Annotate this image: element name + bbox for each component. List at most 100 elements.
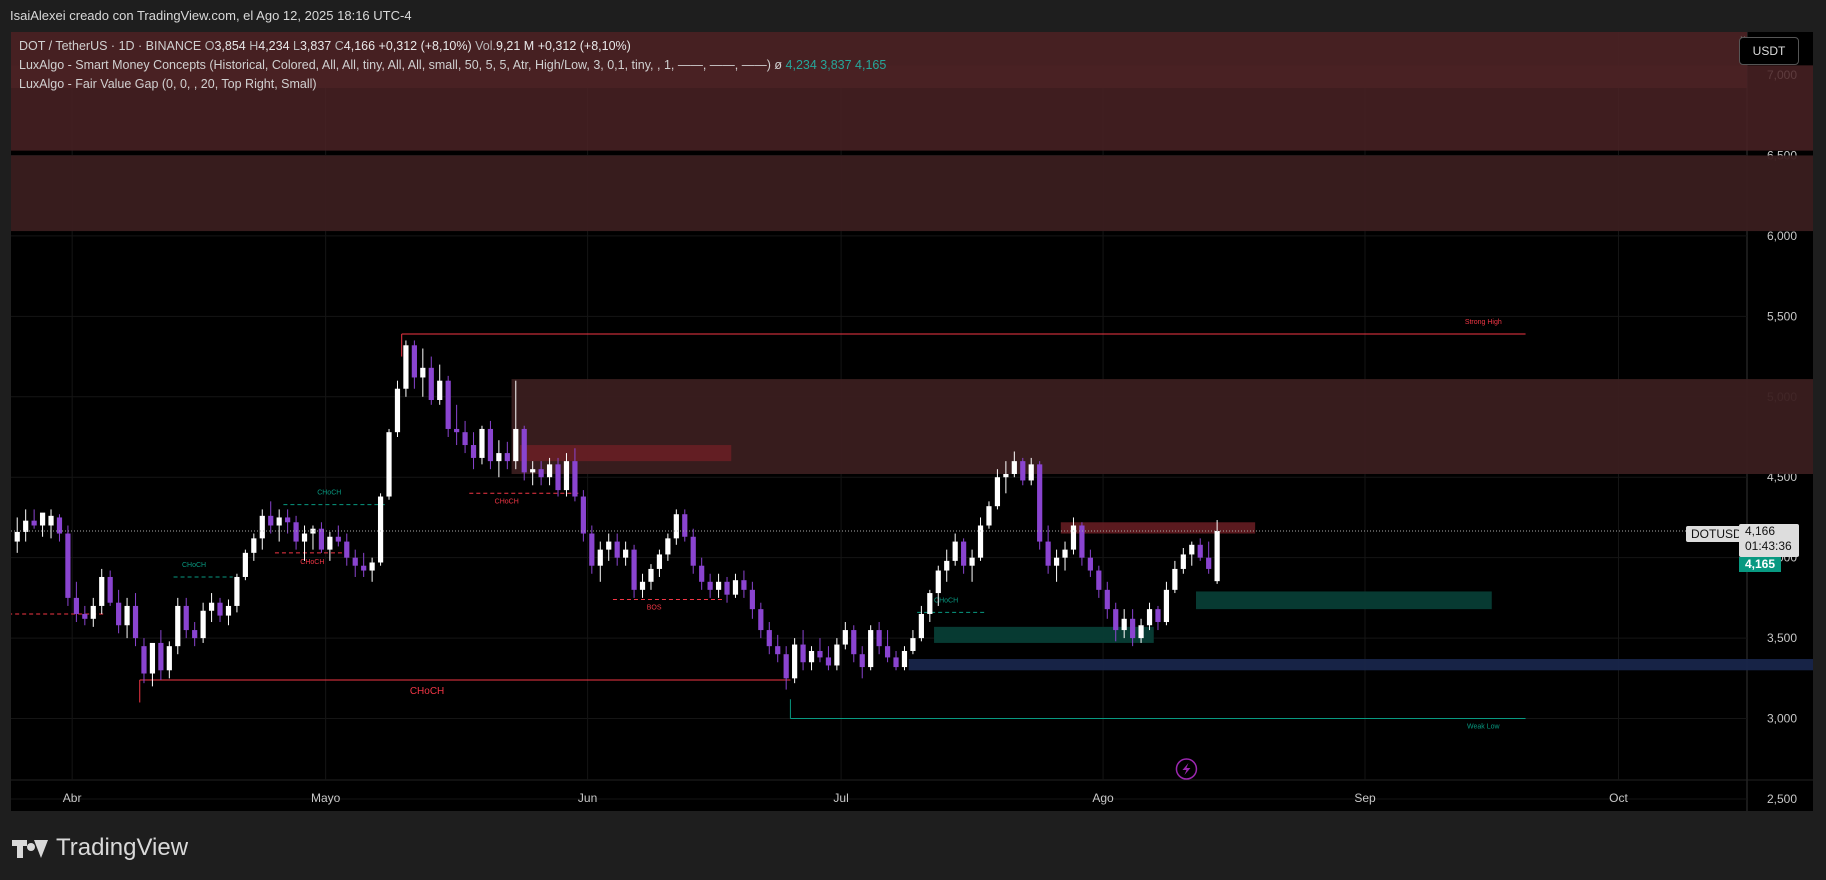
candle-body (428, 367, 434, 400)
price-tick-label: 5,500 (1767, 309, 1797, 323)
candle-body (259, 515, 265, 539)
candle-body (808, 650, 815, 663)
candle-body (479, 428, 485, 458)
candle-body (31, 520, 37, 526)
time-tick-label: Jul (833, 791, 848, 805)
price-tick-label: 3,500 (1767, 631, 1797, 645)
candle-body (1087, 557, 1093, 571)
candle-body (1138, 625, 1144, 639)
legend-symbol[interactable]: DOT / TetherUS · 1D · BINANCE (19, 39, 201, 53)
candle-body (834, 644, 840, 666)
candle-body (758, 609, 764, 631)
candle-body (352, 557, 358, 566)
candle-body (563, 461, 570, 491)
candle-body (673, 514, 679, 539)
candle-body (301, 533, 308, 542)
candle-body (386, 432, 392, 497)
candle-body (1020, 461, 1026, 481)
legend-vol-change: +0,312 (+8,10%) (537, 39, 631, 53)
candle-body (1146, 609, 1153, 626)
zone-fvg-bear2 (1060, 522, 1256, 534)
legend-indicator-fvg[interactable]: LuxAlgo - Fair Value Gap (0, 0, , 20, To… (19, 75, 886, 94)
candle-body (1155, 609, 1161, 623)
candle-body (1104, 589, 1110, 610)
candle-body (65, 533, 71, 598)
candle-body (124, 605, 130, 626)
candle-body (327, 536, 333, 550)
candle-body (1189, 544, 1195, 555)
candle-body (893, 657, 899, 668)
candle-body (961, 541, 967, 566)
candle-body (420, 367, 426, 378)
legend-o-label: O (204, 39, 215, 53)
chart-frame[interactable]: 7,0006,5006,0005,5005,0004,5004,0003,500… (11, 32, 1813, 811)
candle-body (868, 630, 874, 668)
candle-body (732, 580, 739, 595)
legend-change: +0,312 (+8,10%) (378, 39, 472, 53)
candle-body (90, 605, 96, 619)
candle-body (1003, 474, 1009, 478)
candle-body (792, 644, 798, 679)
time-tick-label: Oct (1609, 791, 1628, 805)
candle-body (14, 531, 20, 542)
legend-indicator-smc[interactable]: LuxAlgo - Smart Money Concepts (Historic… (19, 56, 886, 75)
candle-body (1037, 464, 1043, 542)
candle-body (1197, 544, 1203, 558)
candle-body (175, 605, 181, 647)
smc-price-tag: 4,165 (1739, 557, 1781, 572)
candle-body (707, 581, 713, 590)
candle-body (884, 646, 891, 658)
candle-body (775, 646, 781, 655)
candle-body (665, 538, 671, 555)
candle-body (1214, 530, 1220, 582)
time-tick-label: Abr (63, 791, 82, 805)
last-price-value: 4,166 (1745, 524, 1776, 538)
indicator-smc-value-1: 4,234 (785, 58, 817, 72)
candle-body (682, 514, 688, 537)
candle-body (986, 506, 992, 526)
candle-body (994, 477, 1001, 507)
candle-body (183, 605, 189, 631)
candle-body (268, 515, 274, 526)
candle-body (724, 581, 730, 595)
candle-body (192, 630, 198, 639)
candle-body (496, 453, 502, 462)
candle-body (242, 552, 248, 577)
currency-button[interactable]: USDT (1739, 37, 1799, 65)
candle-body (285, 517, 291, 523)
candle-body (1096, 570, 1102, 590)
candle-body (217, 602, 223, 616)
candle-body (656, 554, 663, 569)
price-tick-label: 3,000 (1767, 712, 1797, 726)
caption-text: IsaiAlexei creado con TradingView.com, e… (10, 8, 412, 23)
candle-body (572, 461, 578, 497)
structure-label: CHoCH (182, 562, 206, 569)
candle-body (538, 469, 544, 478)
top-caption-bar: IsaiAlexei creado con TradingView.com, e… (0, 0, 1826, 30)
candle-body (969, 557, 975, 566)
candle-body (749, 589, 755, 610)
candle-body (470, 445, 477, 458)
indicator-smc-symbol: ø (774, 58, 783, 72)
candle-body (361, 565, 367, 571)
candle-body (521, 428, 527, 473)
candle-body (715, 581, 722, 590)
candle-body (639, 581, 646, 590)
candle-body (1206, 557, 1212, 569)
candle-body (851, 630, 857, 655)
candlestick-chart[interactable]: 7,0006,5006,0005,5005,0004,5004,0003,500… (11, 32, 1813, 811)
candle-body (876, 630, 882, 647)
candle-body (411, 345, 417, 378)
tradingview-logo[interactable]: TradingView (12, 834, 188, 862)
weak-low-label: Weak Low (1467, 724, 1500, 731)
bar-countdown: 01:43:36 (1745, 539, 1792, 553)
candle-body (141, 646, 147, 674)
candle-body (82, 613, 88, 619)
candle-body (462, 432, 468, 446)
candle-body (546, 464, 553, 478)
candle-body (555, 464, 561, 491)
structure-label: CHoCH (495, 498, 519, 505)
zone-fvg-bull (1196, 591, 1492, 610)
candle-body (910, 638, 916, 651)
candle-body (149, 642, 156, 674)
